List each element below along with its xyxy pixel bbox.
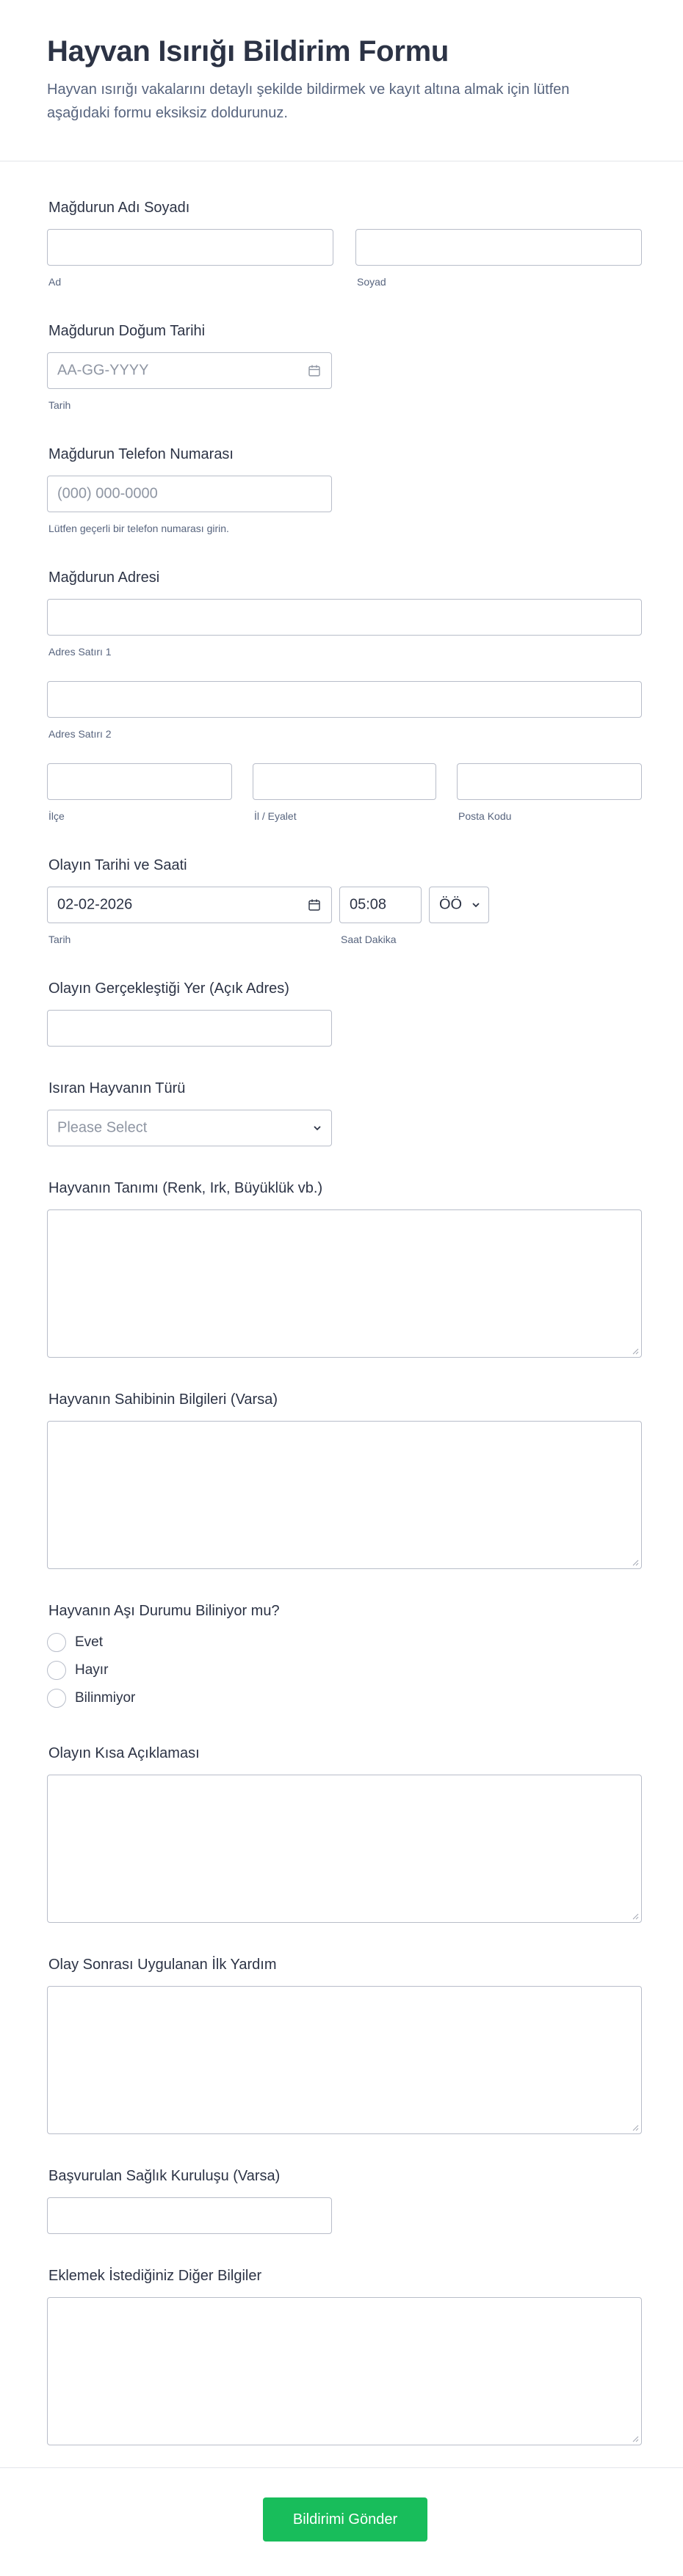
address-line2-input[interactable]	[47, 681, 642, 718]
other-info-textarea[interactable]	[47, 2297, 642, 2445]
location-input[interactable]	[47, 1010, 332, 1047]
radio-label: Evet	[75, 1634, 104, 1650]
first-name-sublabel: Ad	[48, 276, 62, 288]
form-subtitle: Hayvan ısırığı vakalarını detaylı şekild…	[47, 81, 570, 121]
calendar-icon[interactable]	[308, 898, 321, 912]
vaccination-option-bilinmiyor[interactable]: Bilinmiyor	[47, 1688, 135, 1709]
resize-handle-icon[interactable]	[632, 2435, 639, 2442]
last-name-input[interactable]	[355, 229, 642, 266]
location-label: Olayın Gerçekleştiği Yer (Açık Adres)	[48, 980, 289, 997]
animal-description-label: Hayvanın Tanımı (Renk, Irk, Büyüklük vb.…	[48, 1180, 323, 1196]
animal-type-select[interactable]: Please Select	[47, 1110, 332, 1146]
incident-time-input[interactable]: 05:08	[339, 887, 422, 923]
health-institution-input[interactable]	[47, 2197, 332, 2234]
health-institution-label: Başvurulan Sağlık Kuruluşu (Varsa)	[48, 2168, 281, 2184]
incident-date-sublabel: Tarih	[48, 934, 71, 945]
incident-date-input[interactable]: 02-02-2026	[47, 887, 332, 923]
radio-button[interactable]	[47, 1689, 66, 1708]
radio-label: Hayır	[75, 1662, 109, 1678]
province-sublabel: İl / Eyalet	[254, 810, 297, 822]
birth-date-placeholder: AA-GG-YYYY	[57, 362, 149, 379]
postal-code-sublabel: Posta Kodu	[458, 810, 512, 822]
ampm-value: ÖÖ	[439, 896, 463, 913]
form-title: Hayvan Isırığı Bildirim Formu	[47, 35, 449, 68]
resize-handle-icon[interactable]	[632, 1913, 639, 1920]
birth-date-input[interactable]: AA-GG-YYYY	[47, 352, 332, 389]
address-line2-sublabel: Adres Satırı 2	[48, 728, 112, 740]
address-line1-input[interactable]	[47, 599, 642, 636]
form-footer: Bildirimi Gönder	[0, 2467, 683, 2576]
phone-label: Mağdurun Telefon Numarası	[48, 446, 234, 462]
other-info-label: Eklemek İstediğiniz Diğer Bilgiler	[48, 2268, 262, 2284]
first-aid-label: Olay Sonrası Uygulanan İlk Yardım	[48, 1957, 277, 1973]
ampm-select[interactable]: ÖÖ	[429, 887, 489, 923]
incident-date-value: 02-02-2026	[57, 896, 133, 913]
incident-time-value: 05:08	[350, 896, 387, 913]
incident-time-sublabel: Saat Dakika	[341, 934, 397, 945]
first-name-input[interactable]	[47, 229, 333, 266]
district-sublabel: İlçe	[48, 810, 65, 822]
last-name-sublabel: Soyad	[357, 276, 386, 288]
postal-code-input[interactable]	[457, 763, 642, 800]
radio-button[interactable]	[47, 1633, 66, 1652]
victim-name-label: Mağdurun Adı Soyadı	[48, 200, 190, 216]
vaccination-option-hayir[interactable]: Hayır	[47, 1660, 108, 1681]
address-label: Mağdurun Adresi	[48, 570, 160, 586]
vaccination-option-evet[interactable]: Evet	[47, 1632, 103, 1653]
phone-sublabel: Lütfen geçerli bir telefon numarası giri…	[48, 523, 229, 534]
animal-type-placeholder: Please Select	[57, 1119, 148, 1136]
incident-summary-label: Olayın Kısa Açıklaması	[48, 1745, 200, 1761]
phone-input[interactable]: (000) 000-0000	[47, 476, 332, 512]
first-aid-textarea[interactable]	[47, 1986, 642, 2134]
phone-placeholder: (000) 000-0000	[57, 485, 158, 502]
radio-label: Bilinmiyor	[75, 1690, 136, 1706]
form-header: Hayvan Isırığı Bildirim Formu Hayvan ısı…	[0, 0, 683, 161]
resize-handle-icon[interactable]	[632, 1347, 639, 1355]
resize-handle-icon[interactable]	[632, 2124, 639, 2131]
owner-info-textarea[interactable]	[47, 1421, 642, 1569]
submit-button[interactable]: Bildirimi Gönder	[263, 2497, 427, 2542]
owner-info-label: Hayvanın Sahibinin Bilgileri (Varsa)	[48, 1391, 278, 1408]
incident-summary-textarea[interactable]	[47, 1775, 642, 1923]
incident-datetime-label: Olayın Tarihi ve Saati	[48, 857, 187, 873]
radio-button[interactable]	[47, 1661, 66, 1680]
vaccination-label: Hayvanın Aşı Durumu Biliniyor mu?	[48, 1603, 280, 1619]
resize-handle-icon[interactable]	[632, 1559, 639, 1566]
calendar-icon[interactable]	[308, 364, 321, 377]
animal-type-label: Isıran Hayvanın Türü	[48, 1080, 186, 1096]
animal-description-textarea[interactable]	[47, 1209, 642, 1358]
address-line1-sublabel: Adres Satırı 1	[48, 646, 112, 658]
province-input[interactable]	[253, 763, 436, 800]
birth-date-sublabel: Tarih	[48, 399, 71, 411]
chevron-down-icon	[472, 903, 480, 908]
district-input[interactable]	[47, 763, 232, 800]
chevron-down-icon	[314, 1126, 321, 1131]
birth-date-label: Mağdurun Doğum Tarihi	[48, 323, 206, 339]
